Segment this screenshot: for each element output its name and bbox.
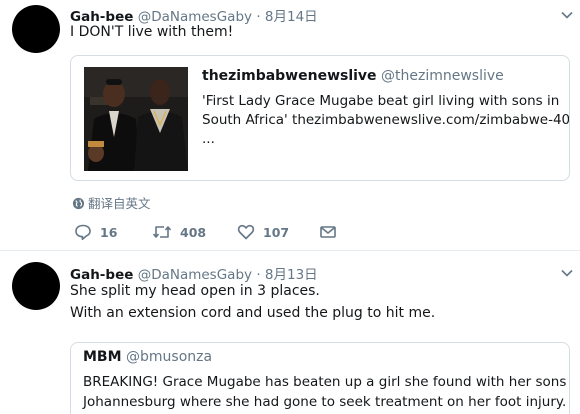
tweet-text-line: I DON'T live with them! [70, 24, 234, 40]
tweet-text: She split my head open in 3 places. With… [70, 280, 435, 324]
tweet[interactable]: Gah-bee @DaNamesGaby · 8月14日 I DON'T liv… [0, 0, 580, 251]
translate-link[interactable]: 翻译自英文 [72, 193, 151, 212]
card-author-name: thezimbabwenewslive [202, 68, 377, 84]
card-text-line: South Africa' thezimbabwenewslive.com/zi… [202, 112, 570, 128]
quoted-text: BREAKING! Grace Mugabe has beaten up a g… [83, 372, 570, 412]
heart-icon [237, 224, 255, 240]
tweet-divider [0, 250, 580, 251]
quoted-author-name: MBM [83, 349, 122, 365]
quoted-text-line: BREAKING! Grace Mugabe has beaten up a g… [83, 374, 570, 390]
avatar[interactable] [12, 5, 60, 53]
quoted-text-line: Johannesburg where she had gone to seek … [83, 394, 567, 410]
envelope-icon [320, 226, 336, 238]
globe-icon [72, 197, 85, 210]
card-text-line: ... [202, 131, 215, 147]
quoted-author: MBM @bmusonza [83, 349, 212, 365]
like-button[interactable]: 107 [237, 223, 289, 243]
separator-dot: · [256, 9, 261, 25]
reply-icon [75, 224, 91, 240]
link-card[interactable]: thezimbabwenewslive @thezimnewslive 'Fir… [70, 55, 570, 181]
retweet-count: 408 [180, 225, 207, 240]
avatar[interactable] [12, 262, 60, 310]
direct-message-button[interactable] [319, 223, 345, 243]
card-text: 'First Lady Grace Mugabe beat girl livin… [202, 92, 570, 149]
card-text-line: 'First Lady Grace Mugabe beat girl livin… [202, 93, 560, 109]
retweet-button[interactable]: 408 [152, 223, 206, 243]
card-photo [84, 67, 188, 171]
quoted-tweet[interactable]: MBM @bmusonza BREAKING! Grace Mugabe has… [70, 342, 570, 414]
tweet-text-line: With an extension cord and used the plug… [70, 305, 436, 321]
card-author-handle: @thezimnewslive [381, 68, 504, 84]
like-count: 107 [263, 225, 290, 240]
reply-count: 16 [100, 225, 118, 240]
tweet-text-line: She split my head open in 3 places. [70, 283, 320, 299]
translate-label[interactable]: 翻译自英文 [88, 196, 151, 211]
tweet-text: I DON'T live with them! [70, 21, 233, 43]
tweet[interactable]: Gah-bee @DaNamesGaby · 8月13日 She split m… [0, 252, 580, 414]
reply-button[interactable]: 16 [74, 223, 117, 243]
retweet-icon [152, 226, 172, 238]
tweet-actions: 16 408 107 [74, 223, 374, 243]
card-author: thezimbabwenewslive @thezimnewslive [202, 68, 504, 84]
tweet-date[interactable]: 8月14日 [265, 9, 318, 25]
quoted-author-handle: @bmusonza [126, 349, 213, 365]
chevron-down-icon[interactable] [560, 266, 574, 280]
chevron-down-icon[interactable] [560, 8, 574, 22]
photo-image [84, 67, 188, 171]
